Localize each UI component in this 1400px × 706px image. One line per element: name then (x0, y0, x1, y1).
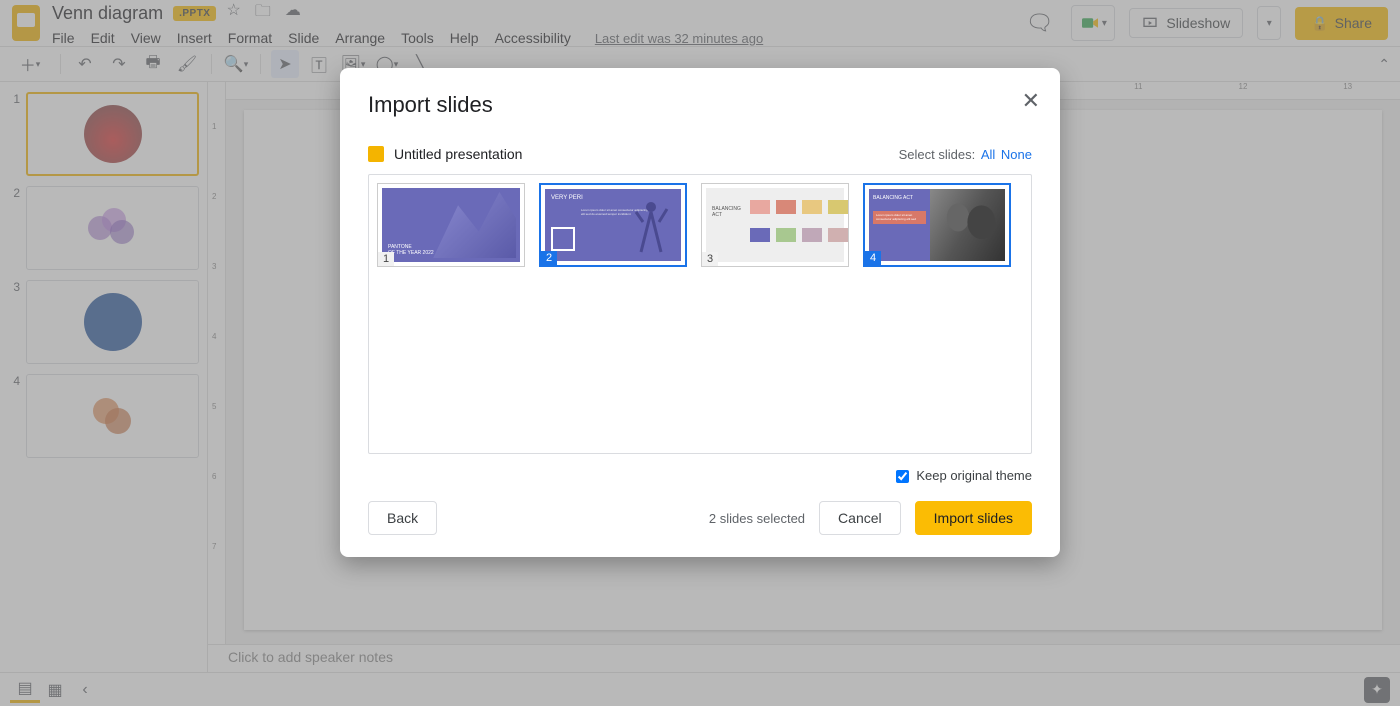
source-presentation-name: Untitled presentation (394, 146, 522, 162)
import-slides-button[interactable]: Import slides (915, 501, 1032, 535)
dialog-title: Import slides (368, 92, 1032, 118)
select-all-link[interactable]: All (981, 147, 995, 162)
slide-picker: PANTONEOF THE YEAR 2022 1 VERY PERI Lore… (368, 174, 1032, 454)
thumb-number: 1 (378, 252, 394, 266)
keep-theme-checkbox[interactable] (896, 470, 909, 483)
selection-status: 2 slides selected (709, 511, 805, 526)
thumb-number: 4 (865, 251, 881, 265)
keep-theme-checkbox-label[interactable]: Keep original theme (896, 468, 1032, 483)
slides-file-icon (368, 146, 384, 162)
thumb-number: 3 (702, 252, 718, 266)
import-thumb-3[interactable]: BALANCINGACT 3 (701, 183, 849, 267)
import-thumb-2[interactable]: VERY PERI Lorem ipsum dolor sit amet con… (539, 183, 687, 267)
cancel-button[interactable]: Cancel (819, 501, 901, 535)
select-slides-label: Select slides: (899, 147, 976, 162)
import-thumb-4[interactable]: BALANCING ACT Lorem ipsum dolor sit amet… (863, 183, 1011, 267)
thumb-number: 2 (541, 251, 557, 265)
select-none-link[interactable]: None (1001, 147, 1032, 162)
import-slides-dialog: Import slides ✕ Untitled presentation Se… (340, 68, 1060, 557)
import-thumb-1[interactable]: PANTONEOF THE YEAR 2022 1 (377, 183, 525, 267)
modal-overlay: Import slides ✕ Untitled presentation Se… (0, 0, 1400, 706)
back-button[interactable]: Back (368, 501, 437, 535)
close-icon[interactable]: ✕ (1022, 88, 1040, 114)
